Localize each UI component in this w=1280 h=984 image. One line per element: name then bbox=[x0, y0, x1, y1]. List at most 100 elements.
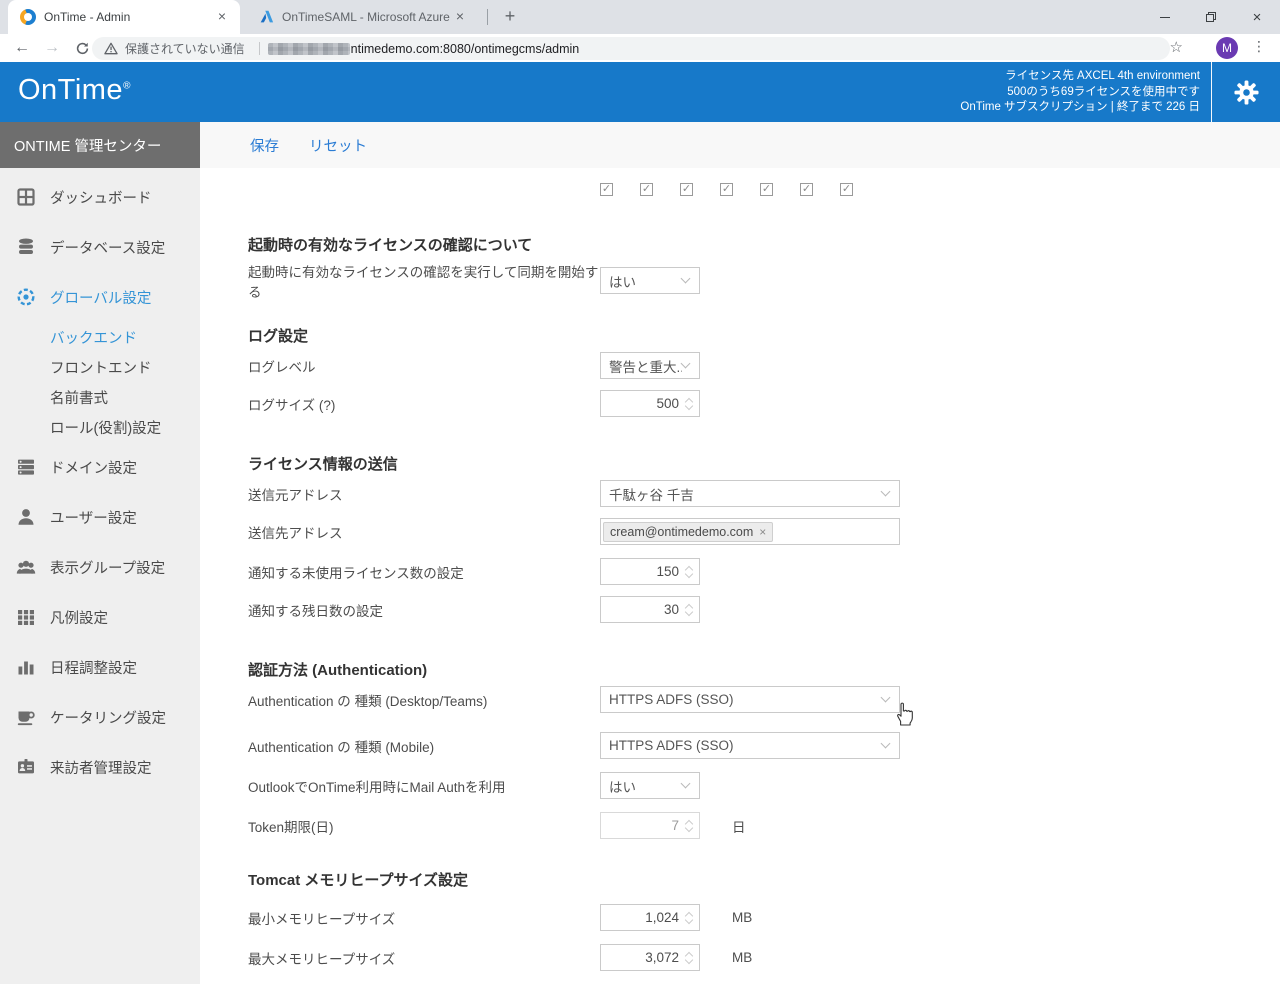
tab-ontime-admin[interactable]: OnTime - Admin × bbox=[8, 0, 240, 34]
number-stepper[interactable] bbox=[683, 567, 695, 577]
license-line3: OnTime サブスクリプション | 終了まで 226 日 bbox=[960, 100, 1200, 116]
browser-toolbar: ← → 保護されていない通信 ntimedemo.com:8080/ontime… bbox=[0, 34, 1280, 62]
settings-form: ✓ ✓ ✓ ✓ ✓ ✓ ✓ 起動時の有効なライセンスの確認について 起動時に有効… bbox=[200, 168, 1280, 984]
number-stepper[interactable] bbox=[683, 605, 695, 615]
settings-gear-button[interactable] bbox=[1211, 62, 1280, 122]
sender-address-select[interactable]: 千駄ヶ谷 千吉 bbox=[600, 480, 900, 507]
field-label: ログサイズ (?) bbox=[248, 394, 600, 414]
field-label: 通知する残日数の設定 bbox=[248, 600, 600, 620]
sidebar-item-role-settings[interactable]: ロール(役割)設定 bbox=[0, 412, 200, 442]
gear-icon bbox=[1233, 79, 1260, 106]
section-license-send-heading: ライセンス情報の送信 bbox=[248, 453, 398, 474]
field-label: 送信先アドレス bbox=[248, 522, 600, 542]
unused-license-count-input[interactable]: 150 bbox=[600, 558, 700, 585]
sidebar-item-label: ダッシュボード bbox=[50, 187, 152, 208]
mail-auth-select[interactable]: はい bbox=[600, 772, 700, 799]
field-label: Token期限(日) bbox=[248, 816, 600, 836]
auth-type-desktop-select[interactable]: HTTPS ADFS (SSO) bbox=[600, 686, 900, 713]
checkbox-6[interactable]: ✓ bbox=[800, 183, 813, 196]
tab-strip: OnTime - Admin × OnTimeSAML - Microsoft … bbox=[0, 0, 1280, 34]
sidebar-item-frontend[interactable]: フロントエンド bbox=[0, 352, 200, 382]
tab-separator bbox=[487, 9, 488, 25]
close-tab-icon[interactable]: × bbox=[452, 9, 468, 25]
sidebar-item-database[interactable]: データベース設定 bbox=[0, 222, 200, 272]
log-size-input[interactable]: 500 bbox=[600, 390, 700, 417]
sidebar-item-backend[interactable]: バックエンド bbox=[0, 322, 200, 352]
url-text: ntimedemo.com:8080/ontimegcms/admin bbox=[351, 42, 580, 56]
restore-button[interactable] bbox=[1188, 0, 1234, 34]
remaining-days-input[interactable]: 30 bbox=[600, 596, 700, 623]
not-secure-warning-icon bbox=[104, 42, 118, 55]
sidebar-item-visitor[interactable]: 来訪者管理設定 bbox=[0, 742, 200, 792]
sidebar-item-schedule[interactable]: 日程調整設定 bbox=[0, 642, 200, 692]
save-button[interactable]: 保存 bbox=[250, 135, 279, 156]
remove-chip-icon[interactable]: × bbox=[759, 525, 766, 539]
address-bar[interactable]: 保護されていない通信 ntimedemo.com:8080/ontimegcms… bbox=[92, 37, 1170, 60]
max-heap-size-input[interactable]: 3,072 bbox=[600, 944, 700, 971]
field-label: 最大メモリヒープサイズ bbox=[248, 948, 600, 968]
email-chip: cream@ontimedemo.com × bbox=[603, 522, 773, 542]
sidebar-item-label: ユーザー設定 bbox=[50, 507, 137, 528]
reset-button[interactable]: リセット bbox=[309, 135, 367, 156]
sidebar-item-legend[interactable]: 凡例設定 bbox=[0, 592, 200, 642]
field-label: 最小メモリヒープサイズ bbox=[248, 908, 600, 928]
license-info: ライセンス先 AXCEL 4th environment 500のうち69ライセ… bbox=[960, 69, 1200, 116]
number-stepper[interactable] bbox=[683, 953, 695, 963]
number-stepper[interactable] bbox=[683, 913, 695, 923]
chevron-down-icon bbox=[681, 274, 691, 284]
sidebar-item-user[interactable]: ユーザー設定 bbox=[0, 492, 200, 542]
min-heap-size-input[interactable]: 1,024 bbox=[600, 904, 700, 931]
number-stepper[interactable] bbox=[683, 821, 695, 831]
chevron-down-icon bbox=[881, 693, 891, 703]
forward-button: → bbox=[40, 36, 64, 60]
number-stepper[interactable] bbox=[683, 399, 695, 409]
database-icon bbox=[16, 237, 36, 257]
section-license-check-heading: 起動時の有効なライセンスの確認について bbox=[248, 234, 532, 255]
sidebar-item-domain[interactable]: ドメイン設定 bbox=[0, 442, 200, 492]
back-button[interactable]: ← bbox=[10, 36, 34, 60]
license-line2: 500のうち69ライセンスを使用中です bbox=[960, 85, 1200, 101]
log-level-select[interactable]: 警告と重大... bbox=[600, 352, 700, 379]
checkbox-1[interactable]: ✓ bbox=[600, 183, 613, 196]
globe-icon bbox=[16, 287, 36, 307]
minimize-button[interactable] bbox=[1142, 0, 1188, 34]
close-window-button[interactable]: × bbox=[1234, 0, 1280, 34]
browser-menu-icon[interactable]: ⋮ bbox=[1252, 38, 1266, 55]
tab-title: OnTime - Admin bbox=[44, 10, 214, 24]
coffee-cup-icon bbox=[16, 707, 36, 727]
sidebar-item-name-format[interactable]: 名前書式 bbox=[0, 382, 200, 412]
tab-azure[interactable]: OnTimeSAML - Microsoft Azure × bbox=[246, 0, 478, 34]
chevron-down-icon bbox=[681, 779, 691, 789]
sidebar-item-catering[interactable]: ケータリング設定 bbox=[0, 692, 200, 742]
checkbox-3[interactable]: ✓ bbox=[680, 183, 693, 196]
token-expiry-input[interactable]: 7 bbox=[600, 812, 700, 839]
new-tab-button[interactable]: + bbox=[498, 5, 522, 29]
checkbox-2[interactable]: ✓ bbox=[640, 183, 653, 196]
sidebar-item-label: グローバル設定 bbox=[50, 287, 151, 308]
checkbox-5[interactable]: ✓ bbox=[760, 183, 773, 196]
license-check-select[interactable]: はい bbox=[600, 267, 700, 294]
auth-type-mobile-select[interactable]: HTTPS ADFS (SSO) bbox=[600, 732, 900, 759]
browser-window: OnTime - Admin × OnTimeSAML - Microsoft … bbox=[0, 0, 1280, 984]
sidebar-item-label: 来訪者管理設定 bbox=[50, 757, 152, 778]
bookmark-star-icon[interactable]: ☆ bbox=[1170, 38, 1183, 56]
recipient-address-input[interactable]: cream@ontimedemo.com × bbox=[600, 518, 900, 545]
admin-center-title: ONTIME 管理センター bbox=[0, 122, 200, 168]
unit-label: 日 bbox=[732, 816, 746, 836]
group-icon bbox=[16, 557, 36, 577]
sidebar-item-label: ドメイン設定 bbox=[50, 457, 137, 478]
sidebar-item-display-group[interactable]: 表示グループ設定 bbox=[0, 542, 200, 592]
chevron-down-icon bbox=[881, 487, 891, 497]
profile-avatar[interactable]: M bbox=[1216, 37, 1238, 59]
checkbox-4[interactable]: ✓ bbox=[720, 183, 733, 196]
close-tab-icon[interactable]: × bbox=[214, 9, 230, 25]
sidebar-item-global-settings[interactable]: グローバル設定 bbox=[0, 272, 200, 322]
legend-grid-icon bbox=[16, 607, 36, 627]
field-label: 通知する未使用ライセンス数の設定 bbox=[248, 562, 600, 582]
checkbox-7[interactable]: ✓ bbox=[840, 183, 853, 196]
refresh-button[interactable] bbox=[70, 36, 94, 60]
sidebar-item-label: 表示グループ設定 bbox=[50, 557, 165, 578]
user-icon bbox=[16, 507, 36, 527]
security-label: 保護されていない通信 bbox=[125, 40, 245, 57]
sidebar-item-dashboard[interactable]: ダッシュボード bbox=[0, 172, 200, 222]
